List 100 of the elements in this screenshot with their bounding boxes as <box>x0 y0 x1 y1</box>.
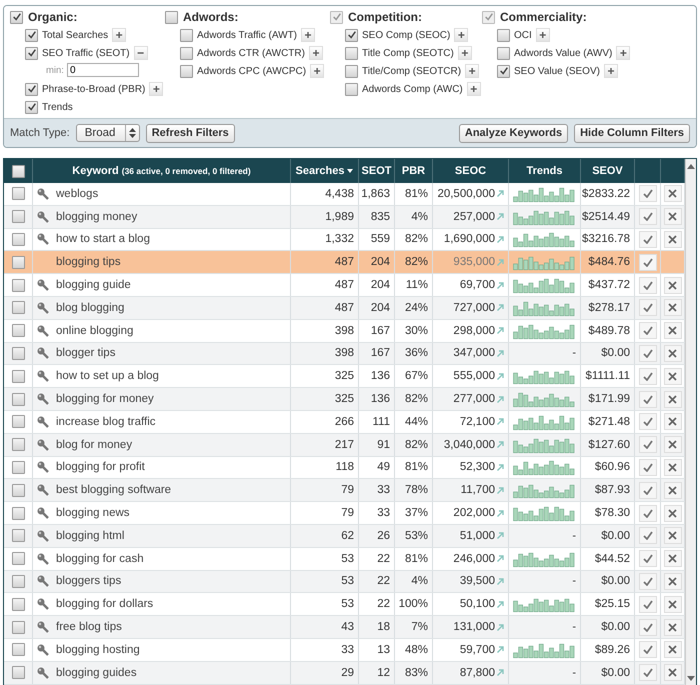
row-checkbox[interactable] <box>12 643 24 656</box>
row-checkbox[interactable] <box>12 210 24 224</box>
accept-button[interactable] <box>638 208 656 226</box>
key-icon[interactable] <box>37 393 49 406</box>
match-type-select[interactable]: Broad <box>76 124 140 142</box>
table-row[interactable]: best blogging software 79 33 78% 11,700 $87.93 <box>4 479 685 502</box>
table-row[interactable]: blog blogging 487 204 24% 727,000 $278.17 <box>4 296 685 320</box>
accept-button[interactable] <box>638 596 656 613</box>
key-icon[interactable] <box>37 210 49 223</box>
remove-button[interactable] <box>664 344 682 362</box>
row-checkbox[interactable] <box>12 370 24 383</box>
row-checkbox[interactable] <box>12 415 24 428</box>
filter-toggle-button[interactable]: + <box>308 46 323 60</box>
remove-button[interactable] <box>664 413 682 430</box>
row-checkbox[interactable] <box>12 666 24 680</box>
accept-button[interactable] <box>638 344 656 362</box>
accept-button[interactable] <box>638 618 656 636</box>
action-button[interactable]: Hide Column Filters <box>574 124 690 142</box>
accept-button[interactable] <box>638 550 656 568</box>
accept-button[interactable] <box>638 527 656 544</box>
table-row[interactable]: bloggers tips 53 22 4% 39,500 - $0.00 <box>4 570 685 594</box>
accept-button[interactable] <box>638 254 656 271</box>
remove-button[interactable] <box>664 436 682 454</box>
row-checkbox[interactable] <box>12 529 24 542</box>
scroll-down-icon[interactable] <box>687 676 695 682</box>
remove-button[interactable] <box>664 527 682 544</box>
column-header[interactable]: SEOT <box>359 159 395 183</box>
accept-button[interactable] <box>638 436 656 454</box>
accept-button[interactable] <box>638 390 656 408</box>
checkbox[interactable] <box>25 82 38 96</box>
key-icon[interactable] <box>37 644 49 656</box>
remove-button[interactable] <box>664 276 682 294</box>
table-row[interactable]: blogging for money 325 136 82% 277,000 $171.99 <box>4 388 685 411</box>
row-checkbox[interactable] <box>12 484 24 497</box>
accept-button[interactable] <box>638 458 656 476</box>
remove-button[interactable] <box>664 185 682 202</box>
filter-toggle-button[interactable]: + <box>112 28 126 42</box>
remove-button[interactable] <box>664 572 682 590</box>
key-icon[interactable] <box>37 279 49 292</box>
key-icon[interactable] <box>37 370 49 382</box>
row-checkbox[interactable] <box>12 232 24 246</box>
remove-button[interactable] <box>664 641 682 658</box>
column-header[interactable]: Keyword (36 active, 0 removed, 0 filtered) <box>33 159 291 183</box>
table-row[interactable]: blog for money 217 91 82% 3,040,000 $127.60 <box>4 434 685 457</box>
checkbox[interactable] <box>180 64 193 78</box>
remove-button[interactable] <box>664 596 682 613</box>
scrollbar[interactable] <box>685 159 696 685</box>
remove-button[interactable] <box>664 230 682 248</box>
remove-button[interactable] <box>664 368 682 385</box>
table-row[interactable]: blogger tips 398 167 36% 347,000 - $0.00 <box>4 342 685 366</box>
accept-button[interactable] <box>638 185 656 202</box>
row-checkbox[interactable] <box>12 438 24 452</box>
filter-toggle-button[interactable]: − <box>134 46 148 60</box>
row-checkbox[interactable] <box>12 324 24 338</box>
checkbox[interactable] <box>180 46 193 60</box>
remove-button[interactable] <box>664 664 682 682</box>
accept-button[interactable] <box>638 299 656 316</box>
checkbox[interactable] <box>180 28 193 42</box>
table-row[interactable]: blogging money 1,989 835 4% 257,000 $2514.49 <box>4 206 685 229</box>
remove-button[interactable] <box>664 550 682 568</box>
table-row[interactable]: blogging guides 29 12 83% 87,800 - $0.00 <box>4 662 685 685</box>
row-checkbox[interactable] <box>12 278 24 292</box>
row-checkbox[interactable] <box>12 301 24 314</box>
column-header[interactable]: PBR <box>395 159 433 183</box>
key-icon[interactable] <box>37 598 49 610</box>
table-row[interactable]: free blog tips 43 18 7% 131,000 - $0.00 <box>4 616 685 639</box>
remove-button[interactable] <box>664 458 682 476</box>
scroll-up-icon[interactable] <box>687 163 695 169</box>
remove-button[interactable] <box>664 299 682 316</box>
row-checkbox[interactable] <box>12 256 24 269</box>
column-header[interactable]: SEOC <box>433 159 509 183</box>
accept-button[interactable] <box>638 322 656 340</box>
row-checkbox[interactable] <box>12 620 24 634</box>
accept-button[interactable] <box>638 413 656 430</box>
key-icon[interactable] <box>37 188 49 200</box>
key-icon[interactable] <box>37 575 49 588</box>
row-checkbox[interactable] <box>12 346 24 360</box>
checkbox[interactable] <box>25 28 38 42</box>
select-all-checkbox[interactable] <box>12 164 24 178</box>
row-checkbox[interactable] <box>12 506 24 520</box>
column-header[interactable]: Trends <box>509 159 581 183</box>
row-checkbox[interactable] <box>12 552 24 566</box>
filter-toggle-button[interactable]: + <box>310 64 324 78</box>
row-checkbox[interactable] <box>12 460 24 474</box>
row-checkbox[interactable] <box>12 392 24 406</box>
refresh-filters-button[interactable]: Refresh Filters <box>146 124 235 142</box>
row-checkbox[interactable] <box>12 187 24 200</box>
table-row[interactable]: blogging tips 487 204 82% 935,000 $484.76 <box>4 251 685 274</box>
key-icon[interactable] <box>37 552 49 565</box>
key-icon[interactable] <box>37 416 49 428</box>
remove-button[interactable] <box>664 504 682 522</box>
accept-button[interactable] <box>638 368 656 385</box>
key-icon[interactable] <box>37 233 49 246</box>
remove-button[interactable] <box>664 618 682 636</box>
key-icon[interactable] <box>37 438 49 451</box>
row-checkbox[interactable] <box>12 574 24 588</box>
accept-button[interactable] <box>638 482 656 499</box>
checkbox[interactable] <box>10 10 23 24</box>
key-icon[interactable] <box>37 530 49 542</box>
checkbox[interactable] <box>165 10 178 24</box>
